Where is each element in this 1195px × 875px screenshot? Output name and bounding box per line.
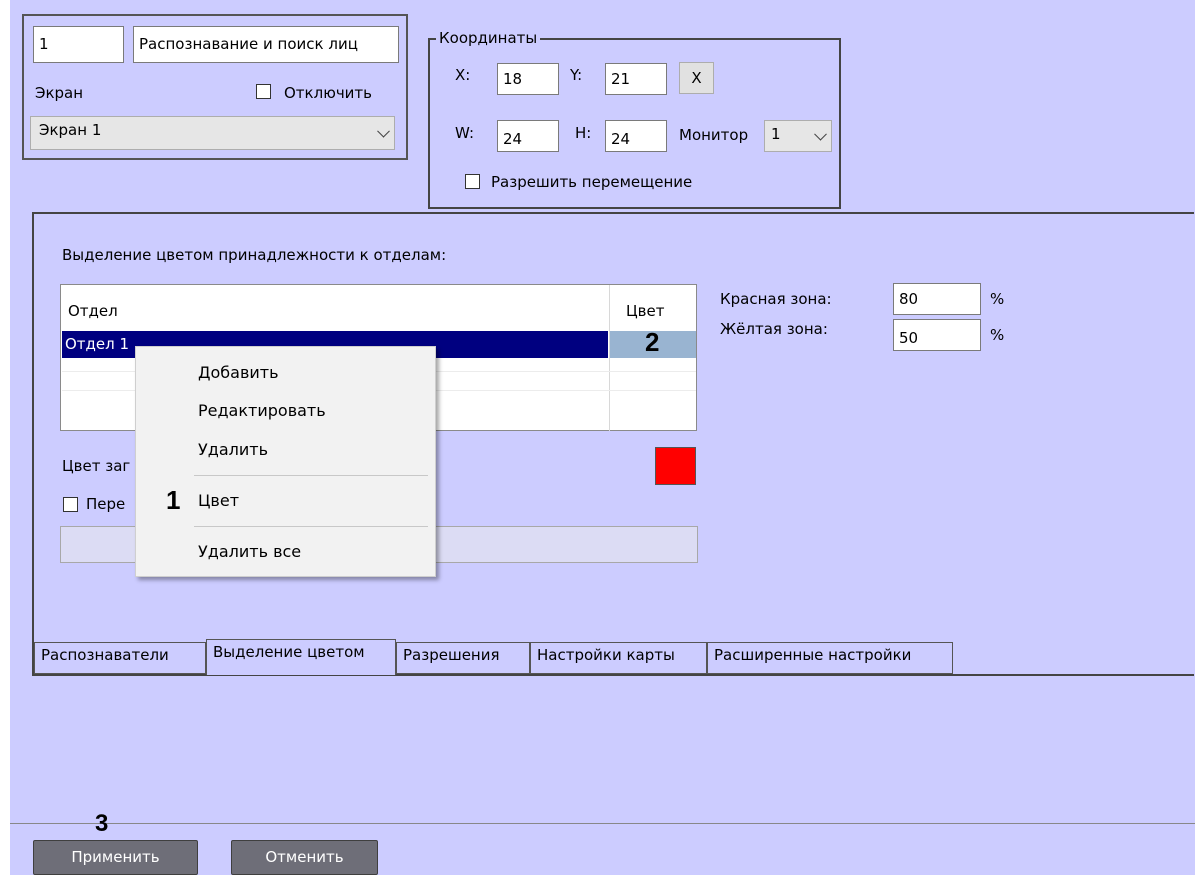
menu-item-delete-all[interactable]: Удалить все xyxy=(136,542,435,561)
tab-recognizers[interactable]: Распознаватели xyxy=(34,642,206,674)
menu-separator xyxy=(194,475,428,476)
coordinates-title: Координаты xyxy=(436,29,541,47)
column-divider xyxy=(609,285,610,431)
object-name-field[interactable]: Распознавание и поиск лиц xyxy=(133,26,399,63)
menu-item-delete[interactable]: Удалить xyxy=(136,440,435,459)
x-label: X: xyxy=(455,66,471,84)
screen-select[interactable]: Экран 1 xyxy=(30,116,395,150)
h-label: H: xyxy=(575,124,592,142)
tab-permissions[interactable]: Разрешения xyxy=(396,642,530,674)
x-input[interactable]: 18 xyxy=(497,63,559,95)
allow-move-label: Разрешить перемещение xyxy=(491,173,693,191)
screen-label: Экран xyxy=(35,84,84,102)
screen-select-value: Экран 1 xyxy=(39,121,102,139)
w-input[interactable]: 24 xyxy=(497,120,559,152)
menu-separator xyxy=(194,526,428,527)
w-label: W: xyxy=(455,124,475,142)
y-label: Y: xyxy=(570,66,583,84)
context-menu: Добавить Редактировать Удалить Цвет 1 Уд… xyxy=(135,346,436,577)
marker-1: 1 xyxy=(166,485,181,515)
tab-color-highlight[interactable]: Выделение цветом xyxy=(206,639,396,675)
color-swatch[interactable] xyxy=(655,447,696,485)
left-margin xyxy=(0,0,10,875)
column-header-department[interactable]: Отдел xyxy=(68,302,118,320)
marker-3: 3 xyxy=(95,810,109,837)
menu-item-edit[interactable]: Редактировать xyxy=(136,401,435,420)
apply-button[interactable]: Применить xyxy=(33,840,198,875)
chevron-down-icon xyxy=(377,124,390,138)
bottom-divider xyxy=(10,823,1195,824)
object-id-field[interactable]: 1 xyxy=(33,26,124,63)
yellow-zone-label: Жёлтая зона: xyxy=(720,320,828,338)
marker-2: 2 xyxy=(645,327,660,357)
row-department-cell: Отдел 1 xyxy=(65,335,130,353)
allow-move-checkbox[interactable] xyxy=(465,174,480,189)
override-label: Пере xyxy=(86,495,126,513)
clear-coords-button[interactable]: X xyxy=(679,62,714,94)
h-input[interactable]: 24 xyxy=(605,120,667,152)
section-title: Выделение цветом принадлежности к отдела… xyxy=(62,246,447,264)
yellow-zone-percent: % xyxy=(990,326,1005,344)
tab-map-settings[interactable]: Настройки карты xyxy=(530,642,707,674)
y-input[interactable]: 21 xyxy=(605,63,667,95)
tab-advanced-settings[interactable]: Расширенные настройки xyxy=(707,642,953,674)
red-zone-input[interactable]: 80 xyxy=(893,283,981,315)
menu-item-add[interactable]: Добавить xyxy=(136,363,435,382)
disable-checkbox[interactable] xyxy=(256,84,271,99)
red-zone-label: Красная зона: xyxy=(720,290,832,308)
chevron-down-icon xyxy=(814,127,827,141)
red-zone-percent: % xyxy=(990,290,1005,308)
monitor-label: Монитор xyxy=(679,126,749,144)
cancel-button[interactable]: Отменить xyxy=(231,840,378,875)
monitor-select[interactable]: 1 xyxy=(764,120,832,152)
background-color-label: Цвет заг xyxy=(62,457,131,475)
column-header-color[interactable]: Цвет xyxy=(626,302,664,320)
disable-label: Отключить xyxy=(284,84,373,102)
override-checkbox[interactable] xyxy=(63,497,78,512)
menu-item-color[interactable]: Цвет xyxy=(136,491,435,510)
monitor-select-value: 1 xyxy=(771,125,781,143)
yellow-zone-input[interactable]: 50 xyxy=(893,319,981,351)
